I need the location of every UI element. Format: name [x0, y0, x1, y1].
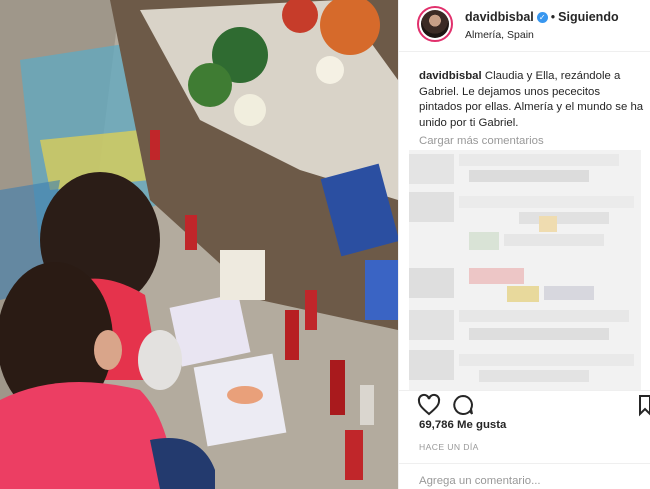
post-caption: davidbisbal Claudia y Ella, rezándole a … — [419, 69, 645, 131]
comment-icon[interactable] — [451, 393, 475, 417]
location-link[interactable]: Almería, Spain — [465, 29, 534, 41]
load-more-comments-link[interactable]: Cargar más comentarios — [419, 135, 544, 147]
following-button[interactable]: Siguiendo — [558, 10, 618, 24]
user-line: davidbisbal ✓ • Siguiendo — [465, 10, 619, 24]
avatar[interactable] — [417, 6, 453, 42]
username-link[interactable]: davidbisbal — [465, 10, 534, 24]
separator-dot: • — [550, 10, 556, 24]
heart-icon[interactable] — [417, 393, 441, 417]
caption-username[interactable]: davidbisbal — [419, 70, 482, 82]
add-comment-placeholder[interactable]: Agrega un comentario... — [419, 475, 541, 487]
add-comment-field[interactable]: Agrega un comentario... — [399, 463, 650, 488]
photo-memorial-scene — [0, 0, 398, 489]
verified-badge-icon: ✓ — [536, 12, 548, 23]
likes-count[interactable]: 69,786 Me gusta — [419, 419, 506, 431]
post-photo[interactable] — [0, 0, 398, 489]
post-header: davidbisbal ✓ • Siguiendo Almería, Spain — [399, 0, 650, 52]
instagram-post: davidbisbal ✓ • Siguiendo Almería, Spain da… — [0, 0, 650, 489]
blurred-comments-area — [409, 150, 641, 390]
bookmark-icon[interactable] — [639, 393, 650, 417]
post-side-panel: davidbisbal ✓ • Siguiendo Almería, Spain da… — [398, 0, 650, 489]
post-timestamp: HACE UN DÍA — [419, 442, 479, 452]
post-actions: 69,786 Me gusta HACE UN DÍA Agrega un co… — [399, 390, 650, 487]
